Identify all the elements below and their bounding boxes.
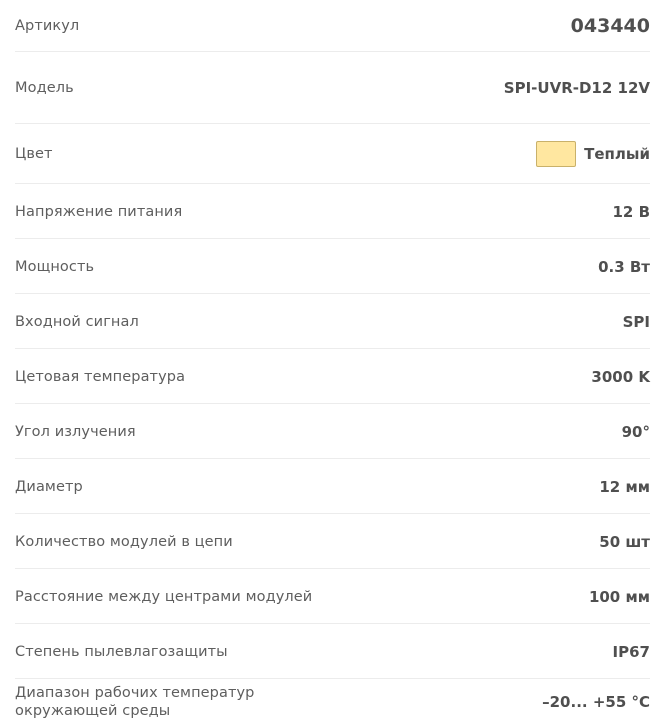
- spec-value: –20... +55 °C: [542, 693, 650, 711]
- spec-label: Цвет: [15, 146, 53, 162]
- spec-row-color: Цвет Теплый: [15, 124, 650, 184]
- spec-value: SPI: [622, 312, 650, 331]
- spec-label: Мощность: [15, 258, 95, 275]
- spec-label: Артикул: [15, 18, 80, 34]
- spec-row-power: Мощность 0.3 Вт: [15, 239, 650, 294]
- spec-value: 12 мм: [599, 477, 650, 496]
- spec-label: Диапазон рабочих температур окружающей с…: [15, 685, 255, 719]
- spec-row-diameter: Диаметр 12 мм: [15, 459, 650, 514]
- spec-label: Диаметр: [15, 478, 83, 495]
- specifications-table: Артикул 043440 Модель SPI-UVR-D12 12V Цв…: [0, 0, 654, 725]
- spec-row-ip-rating: Степень пылевлагозащиты IP67: [15, 624, 650, 679]
- spec-row-color-temperature: Цетовая температура 3000 K: [15, 349, 650, 404]
- spec-value: 3000 K: [591, 367, 650, 386]
- spec-row-operating-temperature: Диапазон рабочих температур окружающей с…: [15, 679, 650, 725]
- spec-value: 043440: [570, 15, 650, 37]
- spec-row-modules-count: Количество модулей в цепи 50 шт: [15, 514, 650, 569]
- spec-label: Цетовая температура: [15, 368, 186, 385]
- spec-value: 100 мм: [588, 587, 650, 606]
- spec-value: IP67: [612, 642, 650, 661]
- spec-row-module-spacing: Расстояние между центрами модулей 100 мм: [15, 569, 650, 624]
- spec-row-beam-angle: Угол излучения 90°: [15, 404, 650, 459]
- spec-row-article: Артикул 043440: [15, 0, 650, 52]
- spec-row-voltage: Напряжение питания 12 В: [15, 184, 650, 239]
- spec-row-input-signal: Входной сигнал SPI: [15, 294, 650, 349]
- spec-label: Модель: [15, 80, 74, 96]
- spec-value: 0.3 Вт: [598, 257, 650, 276]
- spec-label: Входной сигнал: [15, 313, 139, 330]
- spec-label: Степень пылевлагозащиты: [15, 643, 228, 660]
- spec-label: Напряжение питания: [15, 203, 183, 220]
- spec-row-model: Модель SPI-UVR-D12 12V: [15, 52, 650, 124]
- spec-label: Расстояние между центрами модулей: [15, 588, 313, 605]
- spec-label: Количество модулей в цепи: [15, 533, 233, 550]
- spec-value: Теплый: [584, 145, 650, 163]
- color-swatch: [536, 141, 577, 167]
- spec-value: 90°: [621, 422, 650, 441]
- color-value: Теплый: [536, 141, 650, 167]
- spec-value: SPI-UVR-D12 12V: [503, 79, 650, 97]
- spec-value: 50 шт: [599, 532, 650, 551]
- spec-label: Угол излучения: [15, 423, 136, 440]
- spec-value: 12 В: [612, 202, 650, 221]
